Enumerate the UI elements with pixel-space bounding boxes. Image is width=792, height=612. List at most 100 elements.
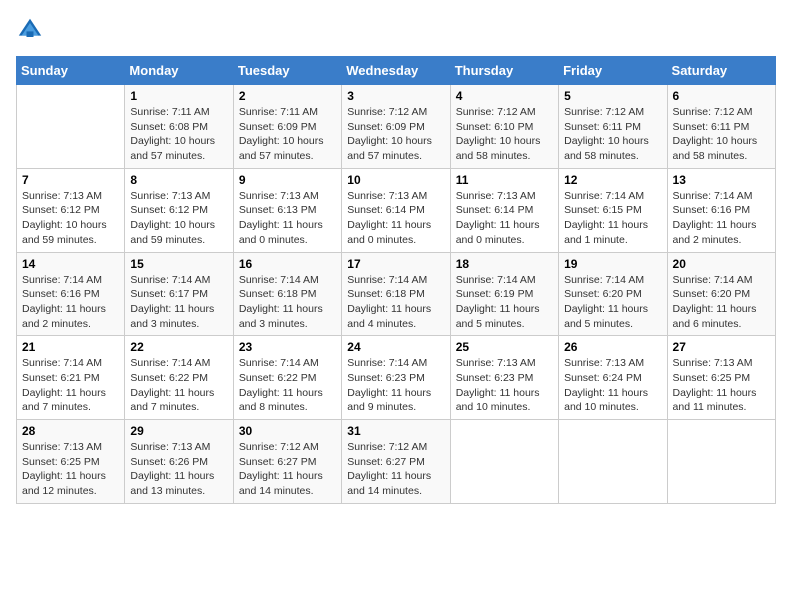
day-number: 22 — [130, 340, 227, 354]
day-cell: 4 Sunrise: 7:12 AM Sunset: 6:10 PM Daylig… — [450, 85, 558, 169]
day-info: Sunrise: 7:12 AM Sunset: 6:10 PM Dayligh… — [456, 105, 553, 164]
day-number: 10 — [347, 173, 444, 187]
day-cell: 24 Sunrise: 7:14 AM Sunset: 6:23 PM Dayli… — [342, 336, 450, 420]
day-cell: 9 Sunrise: 7:13 AM Sunset: 6:13 PM Daylig… — [233, 168, 341, 252]
day-info: Sunrise: 7:12 AM Sunset: 6:11 PM Dayligh… — [564, 105, 661, 164]
day-number: 9 — [239, 173, 336, 187]
day-number: 27 — [673, 340, 770, 354]
day-cell: 2 Sunrise: 7:11 AM Sunset: 6:09 PM Daylig… — [233, 85, 341, 169]
day-number: 21 — [22, 340, 119, 354]
day-number: 20 — [673, 257, 770, 271]
day-info: Sunrise: 7:14 AM Sunset: 6:21 PM Dayligh… — [22, 356, 119, 415]
day-cell: 1Sunrise: 7:11 AM Sunset: 6:08 PM Daylig… — [125, 85, 233, 169]
week-row-3: 21 Sunrise: 7:14 AM Sunset: 6:21 PM Dayli… — [17, 336, 776, 420]
day-info: Sunrise: 7:12 AM Sunset: 6:09 PM Dayligh… — [347, 105, 444, 164]
day-number: 23 — [239, 340, 336, 354]
day-info: Sunrise: 7:14 AM Sunset: 6:16 PM Dayligh… — [673, 189, 770, 248]
day-number: 12 — [564, 173, 661, 187]
day-cell: 28 Sunrise: 7:13 AM Sunset: 6:25 PM Dayli… — [17, 420, 125, 504]
day-cell: 27 Sunrise: 7:13 AM Sunset: 6:25 PM Dayli… — [667, 336, 775, 420]
day-info: Sunrise: 7:13 AM Sunset: 6:24 PM Dayligh… — [564, 356, 661, 415]
day-info: Sunrise: 7:14 AM Sunset: 6:17 PM Dayligh… — [130, 273, 227, 332]
day-number: 25 — [456, 340, 553, 354]
day-cell — [559, 420, 667, 504]
day-cell: 5 Sunrise: 7:12 AM Sunset: 6:11 PM Daylig… — [559, 85, 667, 169]
day-number: 18 — [456, 257, 553, 271]
day-cell: 18 Sunrise: 7:14 AM Sunset: 6:19 PM Dayli… — [450, 252, 558, 336]
day-info: Sunrise: 7:14 AM Sunset: 6:15 PM Dayligh… — [564, 189, 661, 248]
day-number: 24 — [347, 340, 444, 354]
header-cell-tuesday: Tuesday — [233, 57, 341, 85]
header-cell-wednesday: Wednesday — [342, 57, 450, 85]
day-info: Sunrise: 7:13 AM Sunset: 6:14 PM Dayligh… — [456, 189, 553, 248]
day-info: Sunrise: 7:13 AM Sunset: 6:25 PM Dayligh… — [22, 440, 119, 499]
day-cell: 11 Sunrise: 7:13 AM Sunset: 6:14 PM Dayli… — [450, 168, 558, 252]
day-info: Sunrise: 7:13 AM Sunset: 6:12 PM Dayligh… — [22, 189, 119, 248]
day-number: 6 — [673, 89, 770, 103]
day-number: 8 — [130, 173, 227, 187]
day-info: Sunrise: 7:13 AM Sunset: 6:25 PM Dayligh… — [673, 356, 770, 415]
day-cell: 31Sunrise: 7:12 AM Sunset: 6:27 PM Dayli… — [342, 420, 450, 504]
header-cell-sunday: Sunday — [17, 57, 125, 85]
logo-icon — [16, 16, 44, 44]
day-cell: 21 Sunrise: 7:14 AM Sunset: 6:21 PM Dayli… — [17, 336, 125, 420]
header — [16, 16, 776, 44]
day-number: 15 — [130, 257, 227, 271]
day-info: Sunrise: 7:11 AM Sunset: 6:09 PM Dayligh… — [239, 105, 336, 164]
day-info: Sunrise: 7:14 AM Sunset: 6:23 PM Dayligh… — [347, 356, 444, 415]
day-cell — [667, 420, 775, 504]
week-row-1: 7 Sunrise: 7:13 AM Sunset: 6:12 PM Daylig… — [17, 168, 776, 252]
day-cell: 23 Sunrise: 7:14 AM Sunset: 6:22 PM Dayli… — [233, 336, 341, 420]
day-info: Sunrise: 7:14 AM Sunset: 6:22 PM Dayligh… — [130, 356, 227, 415]
calendar-table: SundayMondayTuesdayWednesdayThursdayFrid… — [16, 56, 776, 504]
header-cell-friday: Friday — [559, 57, 667, 85]
day-cell — [450, 420, 558, 504]
day-number: 1 — [130, 89, 227, 103]
day-cell: 30 Sunrise: 7:12 AM Sunset: 6:27 PM Dayli… — [233, 420, 341, 504]
logo — [16, 16, 48, 44]
day-number: 13 — [673, 173, 770, 187]
day-cell: 12 Sunrise: 7:14 AM Sunset: 6:15 PM Dayli… — [559, 168, 667, 252]
day-number: 7 — [22, 173, 119, 187]
day-number: 2 — [239, 89, 336, 103]
day-cell: 25 Sunrise: 7:13 AM Sunset: 6:23 PM Dayli… — [450, 336, 558, 420]
day-cell: 17 Sunrise: 7:14 AM Sunset: 6:18 PM Dayli… — [342, 252, 450, 336]
day-cell: 13 Sunrise: 7:14 AM Sunset: 6:16 PM Dayli… — [667, 168, 775, 252]
day-cell: 16 Sunrise: 7:14 AM Sunset: 6:18 PM Dayli… — [233, 252, 341, 336]
day-info: Sunrise: 7:13 AM Sunset: 6:23 PM Dayligh… — [456, 356, 553, 415]
day-number: 19 — [564, 257, 661, 271]
day-cell: 22 Sunrise: 7:14 AM Sunset: 6:22 PM Dayli… — [125, 336, 233, 420]
day-info: Sunrise: 7:12 AM Sunset: 6:27 PM Dayligh… — [347, 440, 444, 499]
day-cell: 15 Sunrise: 7:14 AM Sunset: 6:17 PM Dayli… — [125, 252, 233, 336]
day-info: Sunrise: 7:14 AM Sunset: 6:18 PM Dayligh… — [239, 273, 336, 332]
day-number: 28 — [22, 424, 119, 438]
day-cell: 20 Sunrise: 7:14 AM Sunset: 6:20 PM Dayli… — [667, 252, 775, 336]
day-number: 30 — [239, 424, 336, 438]
week-row-0: 1Sunrise: 7:11 AM Sunset: 6:08 PM Daylig… — [17, 85, 776, 169]
day-cell: 7 Sunrise: 7:13 AM Sunset: 6:12 PM Daylig… — [17, 168, 125, 252]
day-info: Sunrise: 7:14 AM Sunset: 6:18 PM Dayligh… — [347, 273, 444, 332]
day-cell: 29Sunrise: 7:13 AM Sunset: 6:26 PM Dayli… — [125, 420, 233, 504]
day-cell: 6 Sunrise: 7:12 AM Sunset: 6:11 PM Daylig… — [667, 85, 775, 169]
day-number: 29 — [130, 424, 227, 438]
day-info: Sunrise: 7:14 AM Sunset: 6:16 PM Dayligh… — [22, 273, 119, 332]
day-cell: 8 Sunrise: 7:13 AM Sunset: 6:12 PM Daylig… — [125, 168, 233, 252]
day-info: Sunrise: 7:12 AM Sunset: 6:11 PM Dayligh… — [673, 105, 770, 164]
day-number: 17 — [347, 257, 444, 271]
day-info: Sunrise: 7:12 AM Sunset: 6:27 PM Dayligh… — [239, 440, 336, 499]
day-info: Sunrise: 7:14 AM Sunset: 6:22 PM Dayligh… — [239, 356, 336, 415]
header-cell-saturday: Saturday — [667, 57, 775, 85]
day-info: Sunrise: 7:14 AM Sunset: 6:19 PM Dayligh… — [456, 273, 553, 332]
day-cell: 19Sunrise: 7:14 AM Sunset: 6:20 PM Dayli… — [559, 252, 667, 336]
day-info: Sunrise: 7:13 AM Sunset: 6:12 PM Dayligh… — [130, 189, 227, 248]
day-number: 14 — [22, 257, 119, 271]
day-cell: 10Sunrise: 7:13 AM Sunset: 6:14 PM Dayli… — [342, 168, 450, 252]
day-number: 4 — [456, 89, 553, 103]
day-number: 11 — [456, 173, 553, 187]
day-number: 5 — [564, 89, 661, 103]
day-info: Sunrise: 7:13 AM Sunset: 6:13 PM Dayligh… — [239, 189, 336, 248]
day-number: 26 — [564, 340, 661, 354]
day-info: Sunrise: 7:14 AM Sunset: 6:20 PM Dayligh… — [673, 273, 770, 332]
day-number: 16 — [239, 257, 336, 271]
day-number: 3 — [347, 89, 444, 103]
